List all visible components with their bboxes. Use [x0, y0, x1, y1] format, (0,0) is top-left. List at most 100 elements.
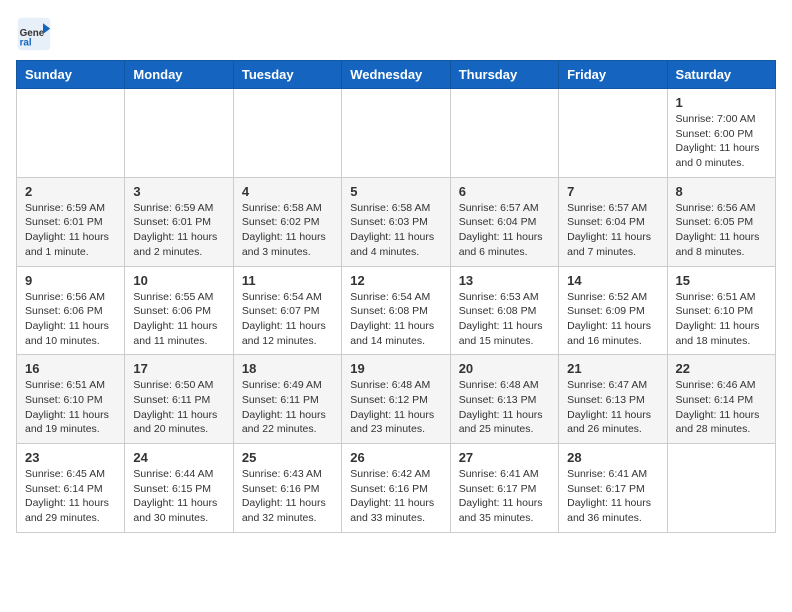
calendar-day-cell: 13 Sunrise: 6:53 AM Sunset: 6:08 PM Dayli… — [450, 266, 558, 355]
day-number: 11 — [242, 273, 333, 288]
day-info: Sunrise: 6:45 AM Sunset: 6:14 PM Dayligh… — [25, 467, 116, 526]
calendar-day-cell — [559, 89, 667, 178]
calendar-week-row: 9 Sunrise: 6:56 AM Sunset: 6:06 PM Daylig… — [17, 266, 776, 355]
day-info: Sunrise: 6:53 AM Sunset: 6:08 PM Dayligh… — [459, 290, 550, 349]
day-info: Sunrise: 6:57 AM Sunset: 6:04 PM Dayligh… — [567, 201, 658, 260]
day-number: 12 — [350, 273, 441, 288]
day-info: Sunrise: 6:41 AM Sunset: 6:17 PM Dayligh… — [459, 467, 550, 526]
day-info: Sunrise: 6:43 AM Sunset: 6:16 PM Dayligh… — [242, 467, 333, 526]
calendar-day-cell: 15 Sunrise: 6:51 AM Sunset: 6:10 PM Dayli… — [667, 266, 775, 355]
day-info: Sunrise: 6:51 AM Sunset: 6:10 PM Dayligh… — [25, 378, 116, 437]
calendar-day-cell: 10 Sunrise: 6:55 AM Sunset: 6:06 PM Dayli… — [125, 266, 233, 355]
calendar-day-cell: 12 Sunrise: 6:54 AM Sunset: 6:08 PM Dayli… — [342, 266, 450, 355]
calendar-day-cell: 11 Sunrise: 6:54 AM Sunset: 6:07 PM Dayli… — [233, 266, 341, 355]
day-of-week-header: Friday — [559, 61, 667, 89]
calendar-day-cell: 3 Sunrise: 6:59 AM Sunset: 6:01 PM Daylig… — [125, 177, 233, 266]
day-number: 28 — [567, 450, 658, 465]
day-number: 26 — [350, 450, 441, 465]
page-header: Gene ral — [16, 16, 776, 52]
calendar-day-cell: 19 Sunrise: 6:48 AM Sunset: 6:12 PM Dayli… — [342, 355, 450, 444]
day-info: Sunrise: 6:58 AM Sunset: 6:03 PM Dayligh… — [350, 201, 441, 260]
day-number: 6 — [459, 184, 550, 199]
calendar-day-cell — [667, 444, 775, 533]
calendar-day-cell: 20 Sunrise: 6:48 AM Sunset: 6:13 PM Dayli… — [450, 355, 558, 444]
day-info: Sunrise: 6:56 AM Sunset: 6:05 PM Dayligh… — [676, 201, 767, 260]
calendar-day-cell: 7 Sunrise: 6:57 AM Sunset: 6:04 PM Daylig… — [559, 177, 667, 266]
calendar-day-cell: 17 Sunrise: 6:50 AM Sunset: 6:11 PM Dayli… — [125, 355, 233, 444]
day-number: 14 — [567, 273, 658, 288]
calendar-day-cell: 9 Sunrise: 6:56 AM Sunset: 6:06 PM Daylig… — [17, 266, 125, 355]
logo-icon: Gene ral — [16, 16, 52, 52]
day-number: 19 — [350, 361, 441, 376]
day-info: Sunrise: 6:42 AM Sunset: 6:16 PM Dayligh… — [350, 467, 441, 526]
day-info: Sunrise: 6:44 AM Sunset: 6:15 PM Dayligh… — [133, 467, 224, 526]
day-number: 1 — [676, 95, 767, 110]
day-number: 3 — [133, 184, 224, 199]
calendar-day-cell: 26 Sunrise: 6:42 AM Sunset: 6:16 PM Dayli… — [342, 444, 450, 533]
calendar-day-cell — [450, 89, 558, 178]
calendar-day-cell: 27 Sunrise: 6:41 AM Sunset: 6:17 PM Dayli… — [450, 444, 558, 533]
calendar-day-cell — [342, 89, 450, 178]
day-number: 17 — [133, 361, 224, 376]
day-of-week-header: Thursday — [450, 61, 558, 89]
calendar-table: SundayMondayTuesdayWednesdayThursdayFrid… — [16, 60, 776, 533]
calendar-header-row: SundayMondayTuesdayWednesdayThursdayFrid… — [17, 61, 776, 89]
calendar-day-cell: 25 Sunrise: 6:43 AM Sunset: 6:16 PM Dayli… — [233, 444, 341, 533]
calendar-day-cell: 21Sunrise: 6:47 AM Sunset: 6:13 PM Dayli… — [559, 355, 667, 444]
logo: Gene ral — [16, 16, 56, 52]
calendar-day-cell — [233, 89, 341, 178]
calendar-day-cell: 14 Sunrise: 6:52 AM Sunset: 6:09 PM Dayli… — [559, 266, 667, 355]
calendar-day-cell: 6 Sunrise: 6:57 AM Sunset: 6:04 PM Daylig… — [450, 177, 558, 266]
day-number: 15 — [676, 273, 767, 288]
calendar-week-row: 2 Sunrise: 6:59 AM Sunset: 6:01 PM Daylig… — [17, 177, 776, 266]
calendar-day-cell: 18Sunrise: 6:49 AM Sunset: 6:11 PM Dayli… — [233, 355, 341, 444]
day-info: Sunrise: 6:55 AM Sunset: 6:06 PM Dayligh… — [133, 290, 224, 349]
day-number: 22 — [676, 361, 767, 376]
calendar-week-row: 16 Sunrise: 6:51 AM Sunset: 6:10 PM Dayli… — [17, 355, 776, 444]
calendar-day-cell — [125, 89, 233, 178]
day-number: 13 — [459, 273, 550, 288]
day-info: Sunrise: 6:52 AM Sunset: 6:09 PM Dayligh… — [567, 290, 658, 349]
calendar-day-cell: 24 Sunrise: 6:44 AM Sunset: 6:15 PM Dayli… — [125, 444, 233, 533]
day-number: 7 — [567, 184, 658, 199]
day-number: 10 — [133, 273, 224, 288]
day-info: Sunrise: 6:57 AM Sunset: 6:04 PM Dayligh… — [459, 201, 550, 260]
calendar-day-cell: 16 Sunrise: 6:51 AM Sunset: 6:10 PM Dayli… — [17, 355, 125, 444]
day-number: 25 — [242, 450, 333, 465]
calendar-day-cell: 8 Sunrise: 6:56 AM Sunset: 6:05 PM Daylig… — [667, 177, 775, 266]
day-info: Sunrise: 7:00 AM Sunset: 6:00 PM Dayligh… — [676, 112, 767, 171]
day-number: 9 — [25, 273, 116, 288]
day-number: 20 — [459, 361, 550, 376]
day-number: 24 — [133, 450, 224, 465]
calendar-day-cell: 23 Sunrise: 6:45 AM Sunset: 6:14 PM Dayli… — [17, 444, 125, 533]
day-info: Sunrise: 6:48 AM Sunset: 6:13 PM Dayligh… — [459, 378, 550, 437]
day-info: Sunrise: 6:54 AM Sunset: 6:08 PM Dayligh… — [350, 290, 441, 349]
calendar-day-cell: 4Sunrise: 6:58 AM Sunset: 6:02 PM Daylig… — [233, 177, 341, 266]
day-of-week-header: Monday — [125, 61, 233, 89]
day-number: 27 — [459, 450, 550, 465]
day-info: Sunrise: 6:56 AM Sunset: 6:06 PM Dayligh… — [25, 290, 116, 349]
day-info: Sunrise: 6:51 AM Sunset: 6:10 PM Dayligh… — [676, 290, 767, 349]
day-info: Sunrise: 6:46 AM Sunset: 6:14 PM Dayligh… — [676, 378, 767, 437]
day-number: 16 — [25, 361, 116, 376]
day-number: 23 — [25, 450, 116, 465]
calendar-week-row: 1 Sunrise: 7:00 AM Sunset: 6:00 PM Daylig… — [17, 89, 776, 178]
day-of-week-header: Sunday — [17, 61, 125, 89]
day-info: Sunrise: 6:59 AM Sunset: 6:01 PM Dayligh… — [25, 201, 116, 260]
day-number: 21 — [567, 361, 658, 376]
svg-text:ral: ral — [20, 38, 32, 49]
calendar-day-cell: 22 Sunrise: 6:46 AM Sunset: 6:14 PM Dayli… — [667, 355, 775, 444]
calendar-week-row: 23 Sunrise: 6:45 AM Sunset: 6:14 PM Dayli… — [17, 444, 776, 533]
calendar-day-cell: 1 Sunrise: 7:00 AM Sunset: 6:00 PM Daylig… — [667, 89, 775, 178]
day-number: 2 — [25, 184, 116, 199]
day-info: Sunrise: 6:54 AM Sunset: 6:07 PM Dayligh… — [242, 290, 333, 349]
day-info: Sunrise: 6:48 AM Sunset: 6:12 PM Dayligh… — [350, 378, 441, 437]
day-info: Sunrise: 6:49 AM Sunset: 6:11 PM Dayligh… — [242, 378, 333, 437]
day-info: Sunrise: 6:59 AM Sunset: 6:01 PM Dayligh… — [133, 201, 224, 260]
day-info: Sunrise: 6:58 AM Sunset: 6:02 PM Dayligh… — [242, 201, 333, 260]
day-of-week-header: Wednesday — [342, 61, 450, 89]
day-info: Sunrise: 6:50 AM Sunset: 6:11 PM Dayligh… — [133, 378, 224, 437]
day-number: 8 — [676, 184, 767, 199]
calendar-day-cell — [17, 89, 125, 178]
calendar-day-cell: 5Sunrise: 6:58 AM Sunset: 6:03 PM Daylig… — [342, 177, 450, 266]
